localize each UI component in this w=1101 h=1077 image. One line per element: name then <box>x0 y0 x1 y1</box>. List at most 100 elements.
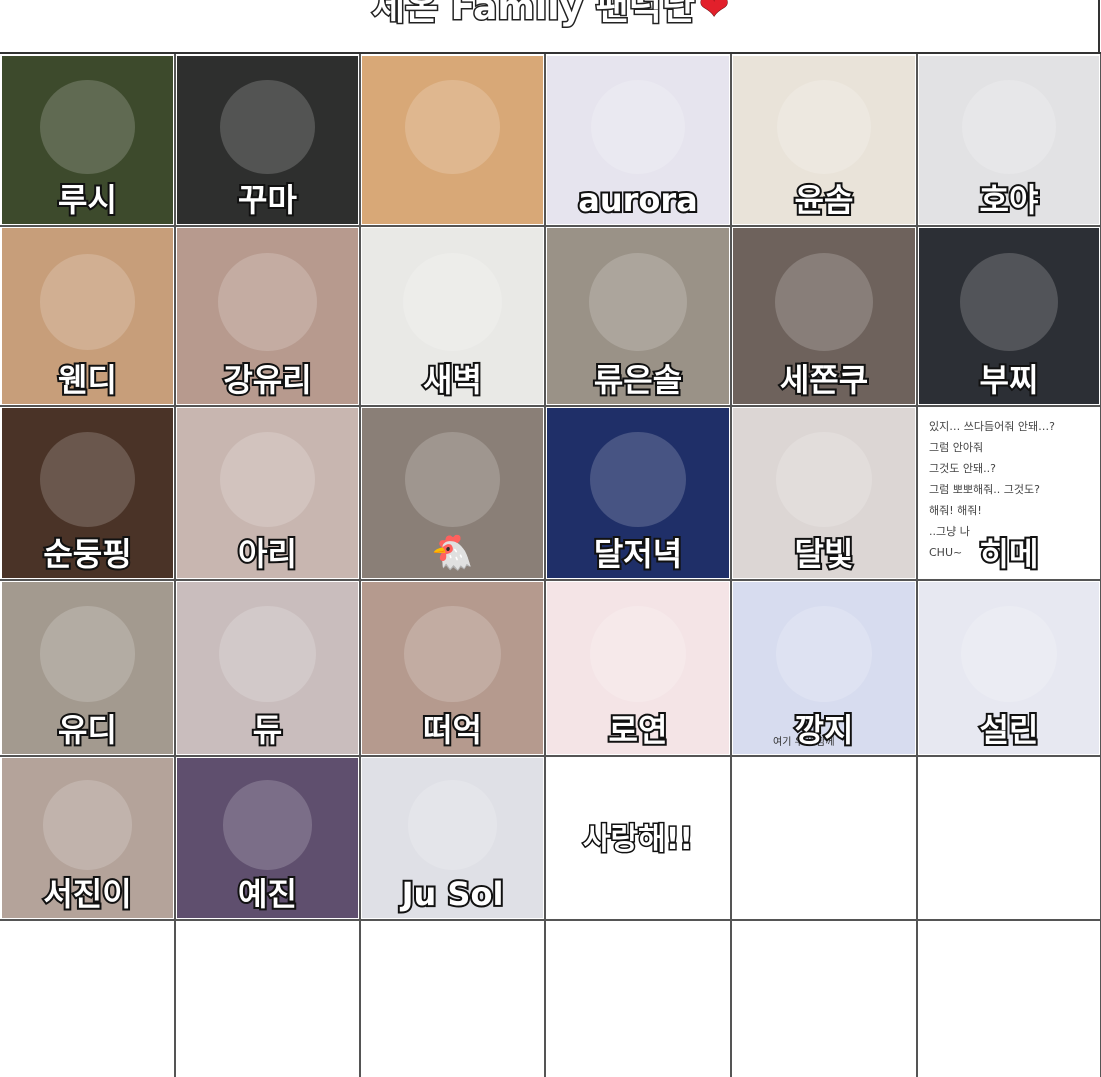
member-name: 세쫀쿠 <box>778 361 870 399</box>
grid-line-vertical <box>544 54 546 1077</box>
black-dog-icon <box>220 79 315 174</box>
anime-girl-icon <box>776 431 872 527</box>
title-border <box>1098 0 1100 54</box>
member-name: 루시 <box>56 181 119 219</box>
member-card: 달빛 <box>733 408 915 578</box>
chat-note-line: 그것도 안돼..? <box>929 462 996 475</box>
member-name: 깡지 <box>793 711 856 749</box>
member-name: 아리 <box>236 535 299 573</box>
member-name: 류은솔 <box>592 361 684 399</box>
member-card: 호야 <box>919 56 1099 224</box>
member-name: 달저녁 <box>592 535 684 573</box>
member-card: 새벽 <box>362 228 543 404</box>
member-name: 부찌 <box>978 361 1041 399</box>
member-name: 유디 <box>56 711 119 749</box>
chat-note-line: 그럼 뽀뽀해줘.. 그것도? <box>929 483 1040 496</box>
member-name: 설린 <box>978 711 1041 749</box>
member-card: aurora <box>547 56 729 224</box>
member-card: 세쫀쿠 <box>733 228 915 404</box>
anime-girl-icon <box>404 606 501 703</box>
grid-line-horizontal <box>0 225 1101 227</box>
grid-line-vertical <box>359 54 361 1077</box>
member-card: 루시 <box>2 56 173 224</box>
member-name: 강유리 <box>221 361 313 399</box>
member-card: 류은솔 <box>547 228 729 404</box>
grid-line-vertical <box>730 54 732 1077</box>
heart-icon: ❤ <box>698 0 730 28</box>
grid-line-vertical <box>916 54 918 1077</box>
sunflower-photo-icon <box>40 79 135 174</box>
member-card: 꾸마 <box>177 56 358 224</box>
member-name: 호야 <box>978 181 1041 219</box>
chat-note-line: 있지… 쓰다듬어줘 안돼…? <box>929 420 1055 433</box>
page-title-text: 세온 Family 팬덕단 <box>370 0 696 28</box>
member-card: 순둥핑 <box>2 408 173 578</box>
bear-sunglasses-icon <box>775 606 873 703</box>
glasses-girl-icon <box>404 431 501 527</box>
grid-line-vertical <box>174 54 176 1077</box>
grid-line-horizontal <box>0 755 1101 757</box>
member-name: 달빛 <box>793 535 856 573</box>
member-name: 히메 <box>978 535 1041 573</box>
member-card: 🐔 <box>362 408 543 578</box>
member-grid: 루시 꾸마 aurora 윤솜 호야웬디 강유리 새벽 류은솔 세쫀쿠 부찌순둥핑 아리 🐔 달저녁 달빛… <box>0 54 1101 1077</box>
member-name: 꾸마 <box>236 181 299 219</box>
member-card: Ju Sol <box>362 758 543 918</box>
member-name: 새벽 <box>421 361 484 399</box>
member-name: 로연 <box>607 711 670 749</box>
anime-girl-icon <box>590 79 686 174</box>
member-name: 듀 <box>251 711 285 749</box>
anime-girl-icon <box>961 79 1057 174</box>
member-card: 부찌 <box>919 228 1099 404</box>
flower-doll-icon <box>219 606 316 703</box>
member-card: 예진 <box>177 758 358 918</box>
member-card: 강유리 <box>177 228 358 404</box>
selfie-girl-icon <box>219 431 316 527</box>
member-card: 웬디 <box>2 228 173 404</box>
member-card: 윤솜 <box>733 56 915 224</box>
boy-photo-icon <box>959 252 1059 352</box>
member-card <box>362 56 543 224</box>
boy-photo-icon <box>39 431 136 527</box>
member-card: 달저녁 <box>547 408 729 578</box>
chat-note-line: 그럼 안아줘 <box>929 441 984 454</box>
anime-girl-icon <box>960 606 1058 703</box>
selfie-girl-icon <box>42 780 133 870</box>
anime-girl-icon <box>222 780 313 870</box>
anime-girl-icon <box>589 606 687 703</box>
letter-photo-icon <box>39 254 136 350</box>
white-dog-icon <box>588 252 688 352</box>
member-name: 예진 <box>236 875 299 913</box>
member-card: 듀 <box>177 582 358 754</box>
member-card: 서진이 <box>2 758 173 918</box>
cat-face-icon <box>39 606 136 703</box>
member-card: 떠억 <box>362 582 543 754</box>
member-card: 로연 <box>547 582 729 754</box>
watermelon-grandpa-icon <box>405 79 500 174</box>
member-card: 있지… 쓰다듬어줘 안돼…? 그럼 안아줘그것도 안돼..? 그럼 뽀뽀해줘.. 그… <box>919 408 1099 578</box>
chat-note-line: 해줘! 해줘! <box>929 504 982 517</box>
member-name: 떠억 <box>421 711 484 749</box>
member-card: 아리 <box>177 408 358 578</box>
member-name: 웬디 <box>56 361 119 399</box>
sketch-portrait-icon <box>403 252 502 352</box>
love-message: 사랑해!! <box>581 821 694 859</box>
grid-line-horizontal <box>0 579 1101 581</box>
member-card: 설린 <box>919 582 1099 754</box>
anime-couple-icon <box>407 780 498 870</box>
member-name: aurora <box>576 181 699 219</box>
member-name: Ju Sol <box>400 875 506 913</box>
cat-cap-girl-icon <box>218 252 317 352</box>
member-card: 유디 <box>2 582 173 754</box>
member-name: 서진이 <box>41 875 133 913</box>
grid-line-horizontal <box>0 919 1101 921</box>
grid-line-horizontal <box>0 405 1101 407</box>
neon-photo-icon <box>590 431 686 527</box>
chicken-icon: 🐔 <box>429 533 475 573</box>
anime-girl-icon <box>776 79 872 174</box>
plush-toy-icon <box>774 252 874 352</box>
page-title: 세온 Family 팬덕단 ❤ <box>0 0 1101 40</box>
member-card: 여기 우린 함께 깡지 <box>733 582 915 754</box>
member-name: 윤솜 <box>793 181 856 219</box>
member-name: 순둥핑 <box>41 535 133 573</box>
